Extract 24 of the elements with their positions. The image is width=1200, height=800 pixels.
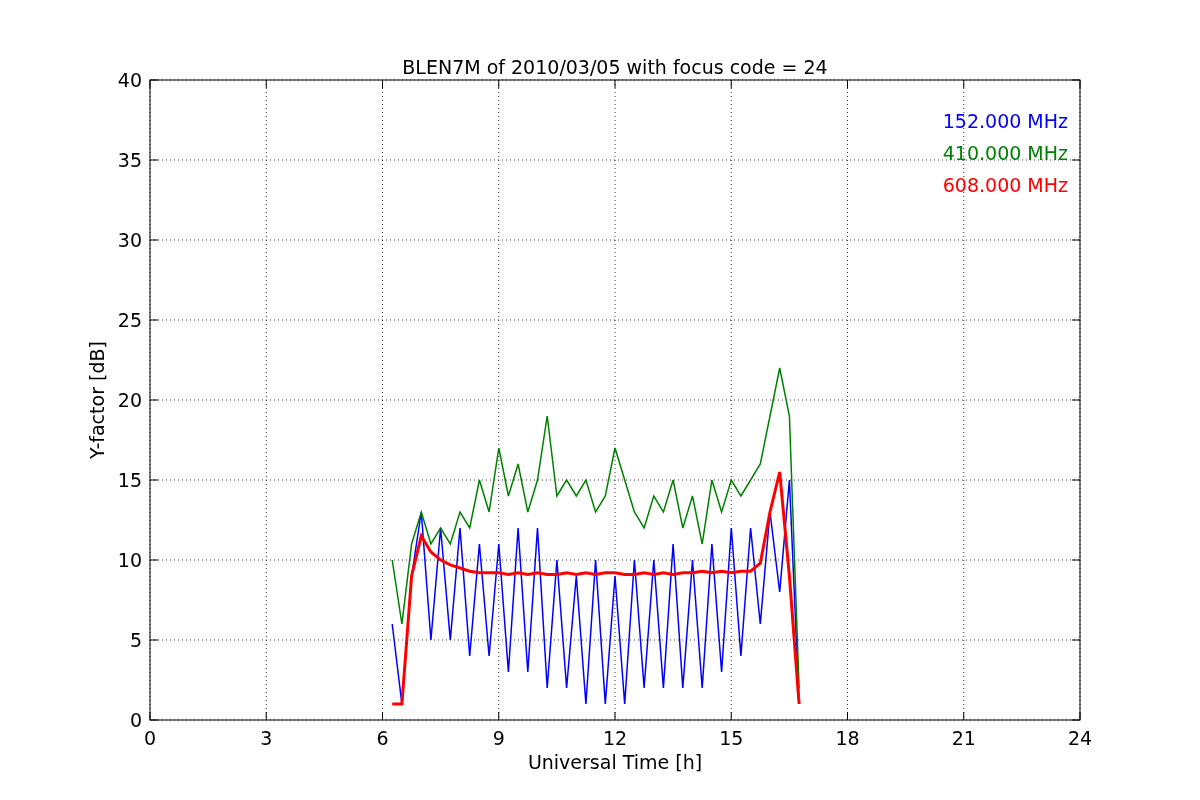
legend-label: 410.000 MHz — [942, 142, 1068, 164]
legend-label: 152.000 MHz — [942, 110, 1068, 132]
y-tick-label: 35 — [117, 149, 142, 171]
y-tick-label: 15 — [117, 469, 142, 491]
x-tick-label: 21 — [951, 727, 976, 749]
y-tick-label: 25 — [117, 309, 142, 331]
x-tick-label: 24 — [1067, 727, 1093, 749]
x-tick-label: 12 — [602, 727, 628, 749]
x-tick-label: 3 — [260, 727, 273, 749]
y-tick-label: 40 — [117, 69, 142, 91]
x-axis-label: Universal Time [h] — [527, 751, 703, 773]
x-tick-label: 18 — [835, 727, 860, 749]
y-tick-label: 30 — [117, 229, 142, 251]
x-tick-label: 9 — [492, 727, 505, 749]
y-tick-label: 5 — [129, 629, 142, 651]
legend-label: 608.000 MHz — [942, 174, 1068, 196]
y-tick-label: 10 — [117, 549, 142, 571]
y-axis-label: Y-factor [dB] — [86, 341, 108, 459]
chart-title: BLEN7M of 2010/03/05 with focus code = 24 — [402, 56, 828, 78]
x-tick-label: 0 — [143, 727, 157, 749]
y-tick-label: 0 — [129, 709, 142, 731]
y-tick-label: 20 — [117, 389, 142, 411]
x-tick-label: 6 — [376, 727, 389, 749]
x-tick-label: 15 — [719, 727, 744, 749]
